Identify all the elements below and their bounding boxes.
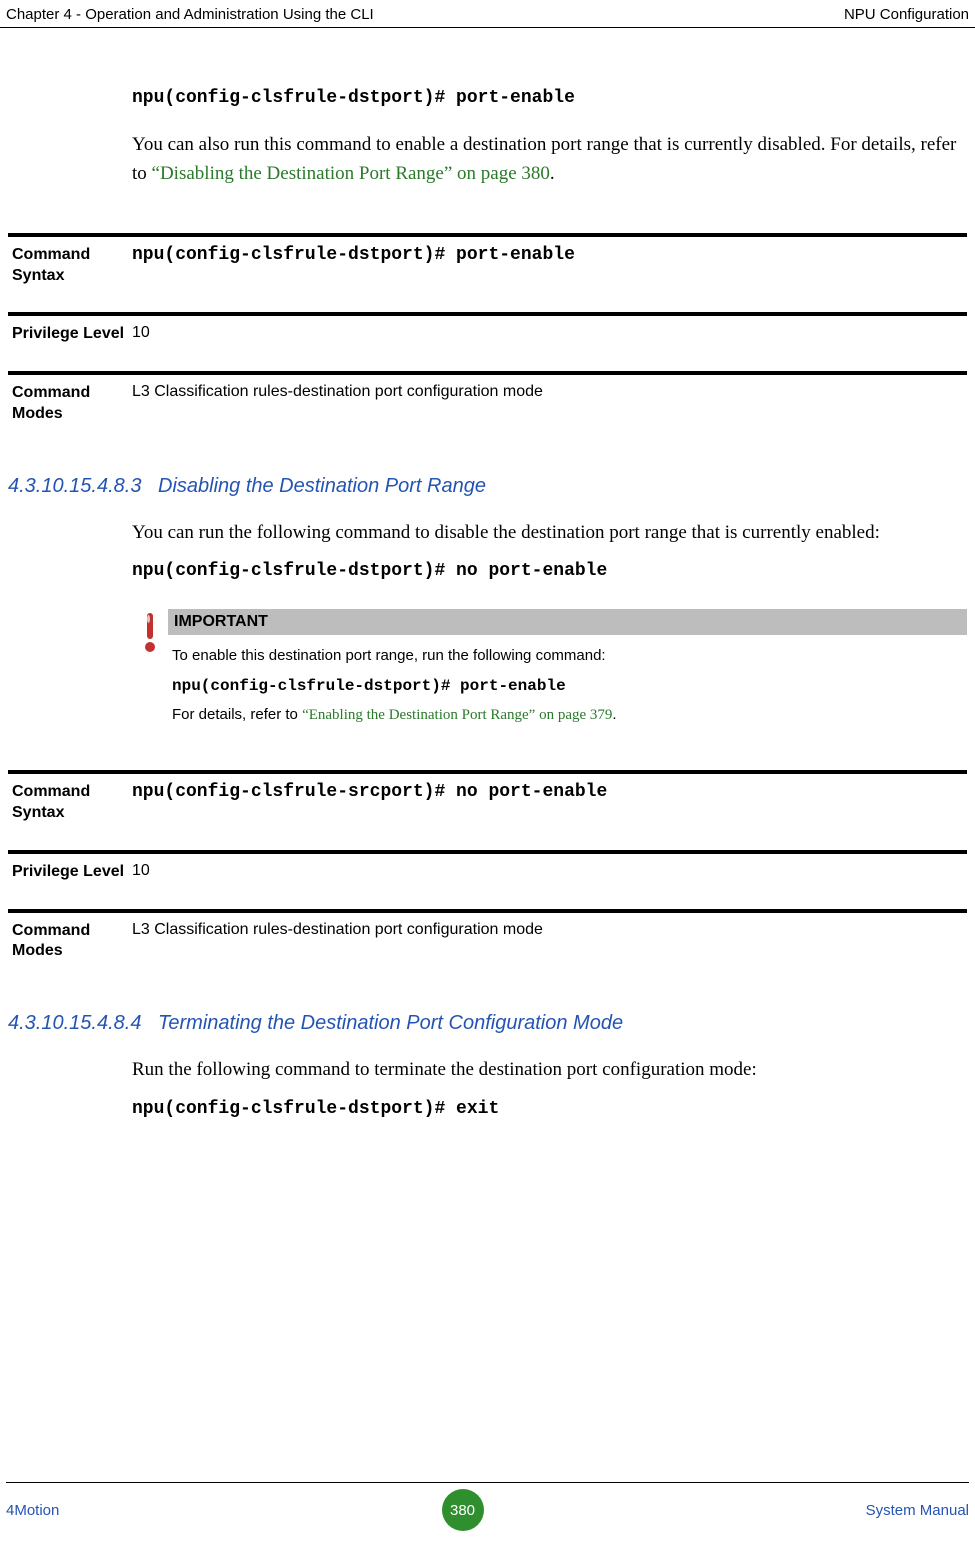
footer-right: System Manual xyxy=(866,1502,969,1519)
footer-left: 4Motion xyxy=(6,1502,59,1519)
label-command-modes: Command Modes xyxy=(8,383,132,425)
value2-privilege-level: 10 xyxy=(132,862,967,880)
sub2-command: npu(config-clsfrule-dstport)# exit xyxy=(132,1099,967,1119)
subheading2-title: Terminating the Destination Port Configu… xyxy=(158,1012,623,1035)
header-right: NPU Configuration xyxy=(844,6,969,23)
note-title: IMPORTANT xyxy=(168,609,967,635)
label-privilege-level: Privilege Level xyxy=(8,324,132,345)
subheading-disabling: 4.3.10.15.4.8.3 Disabling the Destinatio… xyxy=(8,475,967,498)
subheading-number: 4.3.10.15.4.8.3 xyxy=(8,475,158,498)
sub1-command: npu(config-clsfrule-dstport)# no port-en… xyxy=(132,561,967,581)
row2-command-modes: Command Modes L3 Classification rules-de… xyxy=(8,909,967,989)
note-body: IMPORTANT To enable this destination por… xyxy=(168,609,967,726)
footer-divider xyxy=(6,1482,969,1483)
label-command-syntax: Command Syntax xyxy=(8,245,132,287)
value-command-syntax: npu(config-clsfrule-dstport)# port-enabl… xyxy=(132,245,967,265)
page-footer: 4Motion 380 System Manual xyxy=(0,1489,975,1531)
important-icon xyxy=(132,609,168,726)
subheading-terminating: 4.3.10.15.4.8.4 Terminating the Destinat… xyxy=(8,1012,967,1035)
header-left: Chapter 4 - Operation and Administration… xyxy=(6,6,374,23)
subheading2-number: 4.3.10.15.4.8.4 xyxy=(8,1012,158,1035)
sub2-paragraph: Run the following command to terminate t… xyxy=(132,1055,967,1084)
label2-privilege-level: Privilege Level xyxy=(8,862,132,883)
label2-command-syntax: Command Syntax xyxy=(8,782,132,824)
intro-command: npu(config-clsfrule-dstport)# port-enabl… xyxy=(132,88,967,108)
value-command-modes: L3 Classification rules-destination port… xyxy=(132,383,967,401)
note-line2b: . xyxy=(612,706,616,723)
page-number-badge: 380 xyxy=(442,1489,484,1531)
row2-privilege-level: Privilege Level 10 xyxy=(8,850,967,909)
row-command-syntax: Command Syntax npu(config-clsfrule-dstpo… xyxy=(8,233,967,313)
note-command: npu(config-clsfrule-dstport)# port-enabl… xyxy=(172,674,963,698)
command-block-2: Command Syntax npu(config-clsfrule-srcpo… xyxy=(8,770,967,988)
page-content: npu(config-clsfrule-dstport)# port-enabl… xyxy=(0,28,975,1119)
value2-command-syntax: npu(config-clsfrule-srcport)# no port-en… xyxy=(132,782,967,802)
sub1-paragraph: You can run the following command to dis… xyxy=(132,518,967,547)
cross-ref-link[interactable]: “Disabling the Destination Port Range” o… xyxy=(152,163,550,184)
row-privilege-level: Privilege Level 10 xyxy=(8,312,967,371)
row2-command-syntax: Command Syntax npu(config-clsfrule-srcpo… xyxy=(8,770,967,850)
note-line2a: For details, refer to xyxy=(172,706,302,723)
subheading-title: Disabling the Destination Port Range xyxy=(158,475,486,498)
intro-paragraph: You can also run this command to enable … xyxy=(132,130,967,189)
note-text: To enable this destination port range, r… xyxy=(168,635,967,726)
row-command-modes: Command Modes L3 Classification rules-de… xyxy=(8,371,967,451)
page-header: Chapter 4 - Operation and Administration… xyxy=(0,6,975,28)
note-cross-ref-link[interactable]: “Enabling the Destination Port Range” on… xyxy=(302,707,612,723)
important-note: IMPORTANT To enable this destination por… xyxy=(132,609,967,726)
value2-command-modes: L3 Classification rules-destination port… xyxy=(132,921,967,939)
intro-text-b: . xyxy=(550,163,555,184)
command-block-1: Command Syntax npu(config-clsfrule-dstpo… xyxy=(8,233,967,451)
label2-command-modes: Command Modes xyxy=(8,921,132,963)
value-privilege-level: 10 xyxy=(132,324,967,342)
note-line1: To enable this destination port range, r… xyxy=(172,647,606,664)
